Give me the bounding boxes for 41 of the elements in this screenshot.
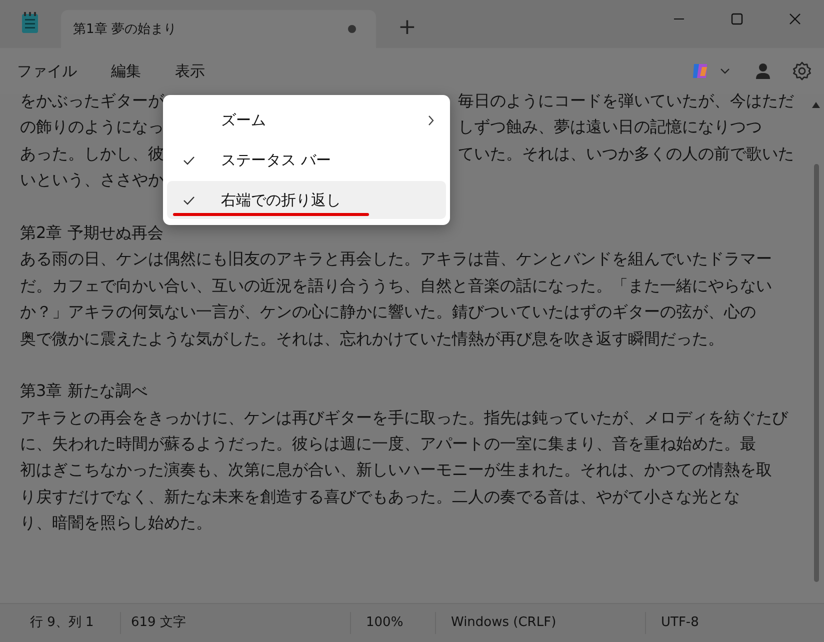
- chevron-right-icon: [428, 114, 434, 126]
- settings-icon[interactable]: [792, 61, 812, 81]
- text-line: 奥で微かに震えたような気がした。それは、忘れかけていた情熱が再び息を吹き返す瞬間だった。: [20, 328, 724, 350]
- status-item: 100%: [350, 612, 435, 634]
- text-line-fragment: あった。しかし、彼: [20, 142, 162, 165]
- menu-option[interactable]: ステータス バー: [167, 141, 446, 179]
- text-line-fragment: いという、ささやか: [20, 169, 162, 192]
- tab-title: 第1章 夢の始まり: [73, 21, 178, 38]
- chevron-down-icon[interactable]: [720, 68, 730, 74]
- text-line: だ。カフェで向かい合い、互いの近況を語り合ううち、自然と音楽の話になった。「また一緒にやらない: [20, 274, 772, 297]
- text-line: に、失われた時間が蘇るようだった。彼らは週に一度、アパートの一室に集まり、音を重ね始めた。最: [20, 433, 756, 456]
- scrollbar-thumb[interactable]: [814, 164, 818, 582]
- text-line: ある雨の日、ケンは偶然にも旧友のアキラと再会した。アキラは昔、ケンとバンドを組んでいたドラマー: [20, 248, 772, 270]
- menu-item[interactable]: 表示: [164, 56, 216, 86]
- notepad-icon: [21, 12, 39, 34]
- status-item: Windows (CRLF): [435, 612, 645, 634]
- menu-item[interactable]: ファイル: [6, 56, 88, 86]
- account-icon[interactable]: [756, 63, 770, 79]
- status-item: UTF-8: [645, 612, 824, 634]
- text-line-fragment: 毎日のようにコードを弾いていたが、今はただ: [458, 90, 794, 112]
- status-item: 619 文字: [120, 612, 350, 634]
- text-line: り戻すだけでなく、新たな未来を創造する喜びでもあった。二人の奏でる音は、やがて小さな光とな: [20, 486, 740, 508]
- text-line: か？」アキラの何気ない一言が、ケンの心に静かに響いた。錆びついていたはずのギターの弦が、心の: [20, 301, 756, 324]
- chapter-heading: 第2章 予期せぬ再会: [20, 222, 164, 244]
- text-line: アキラとの再会をきっかけに、ケンは再びギターを手に取った。指先は鈍っていたが、メロディを紡ぐたび: [20, 406, 788, 429]
- new-tab-button[interactable]: +: [392, 15, 422, 40]
- menu-item[interactable]: 編集: [100, 56, 152, 86]
- text-line-fragment: の飾りのようになっ: [20, 116, 162, 138]
- text-line-fragment: ていた。それは、いつか多くの人の前で歌いた: [458, 142, 794, 165]
- text-line-fragment: しずつ蝕み、夢は遠い日の記憶になりつつ: [458, 116, 762, 138]
- document-tab[interactable]: 第1章 夢の始まり: [61, 10, 376, 48]
- chapter-heading: 第3章 新たな調べ: [20, 380, 148, 402]
- status-item: 行 9、列 1: [29, 614, 95, 632]
- text-line: 初はぎこちなかった演奏も、次第に息が合い、新しいハーモニーが生まれた。それは、かつての情熱を取: [20, 459, 772, 482]
- maximize-icon[interactable]: [731, 13, 743, 25]
- scroll-up-icon[interactable]: [812, 102, 820, 108]
- text-line: り、暗闇を照らし始めた。: [20, 512, 212, 534]
- text-line-fragment: をかぶったギターが: [20, 90, 162, 112]
- menu-option[interactable]: 右端での折り返し: [167, 181, 446, 219]
- close-icon[interactable]: [789, 13, 801, 25]
- menu-option[interactable]: ズーム: [167, 101, 446, 139]
